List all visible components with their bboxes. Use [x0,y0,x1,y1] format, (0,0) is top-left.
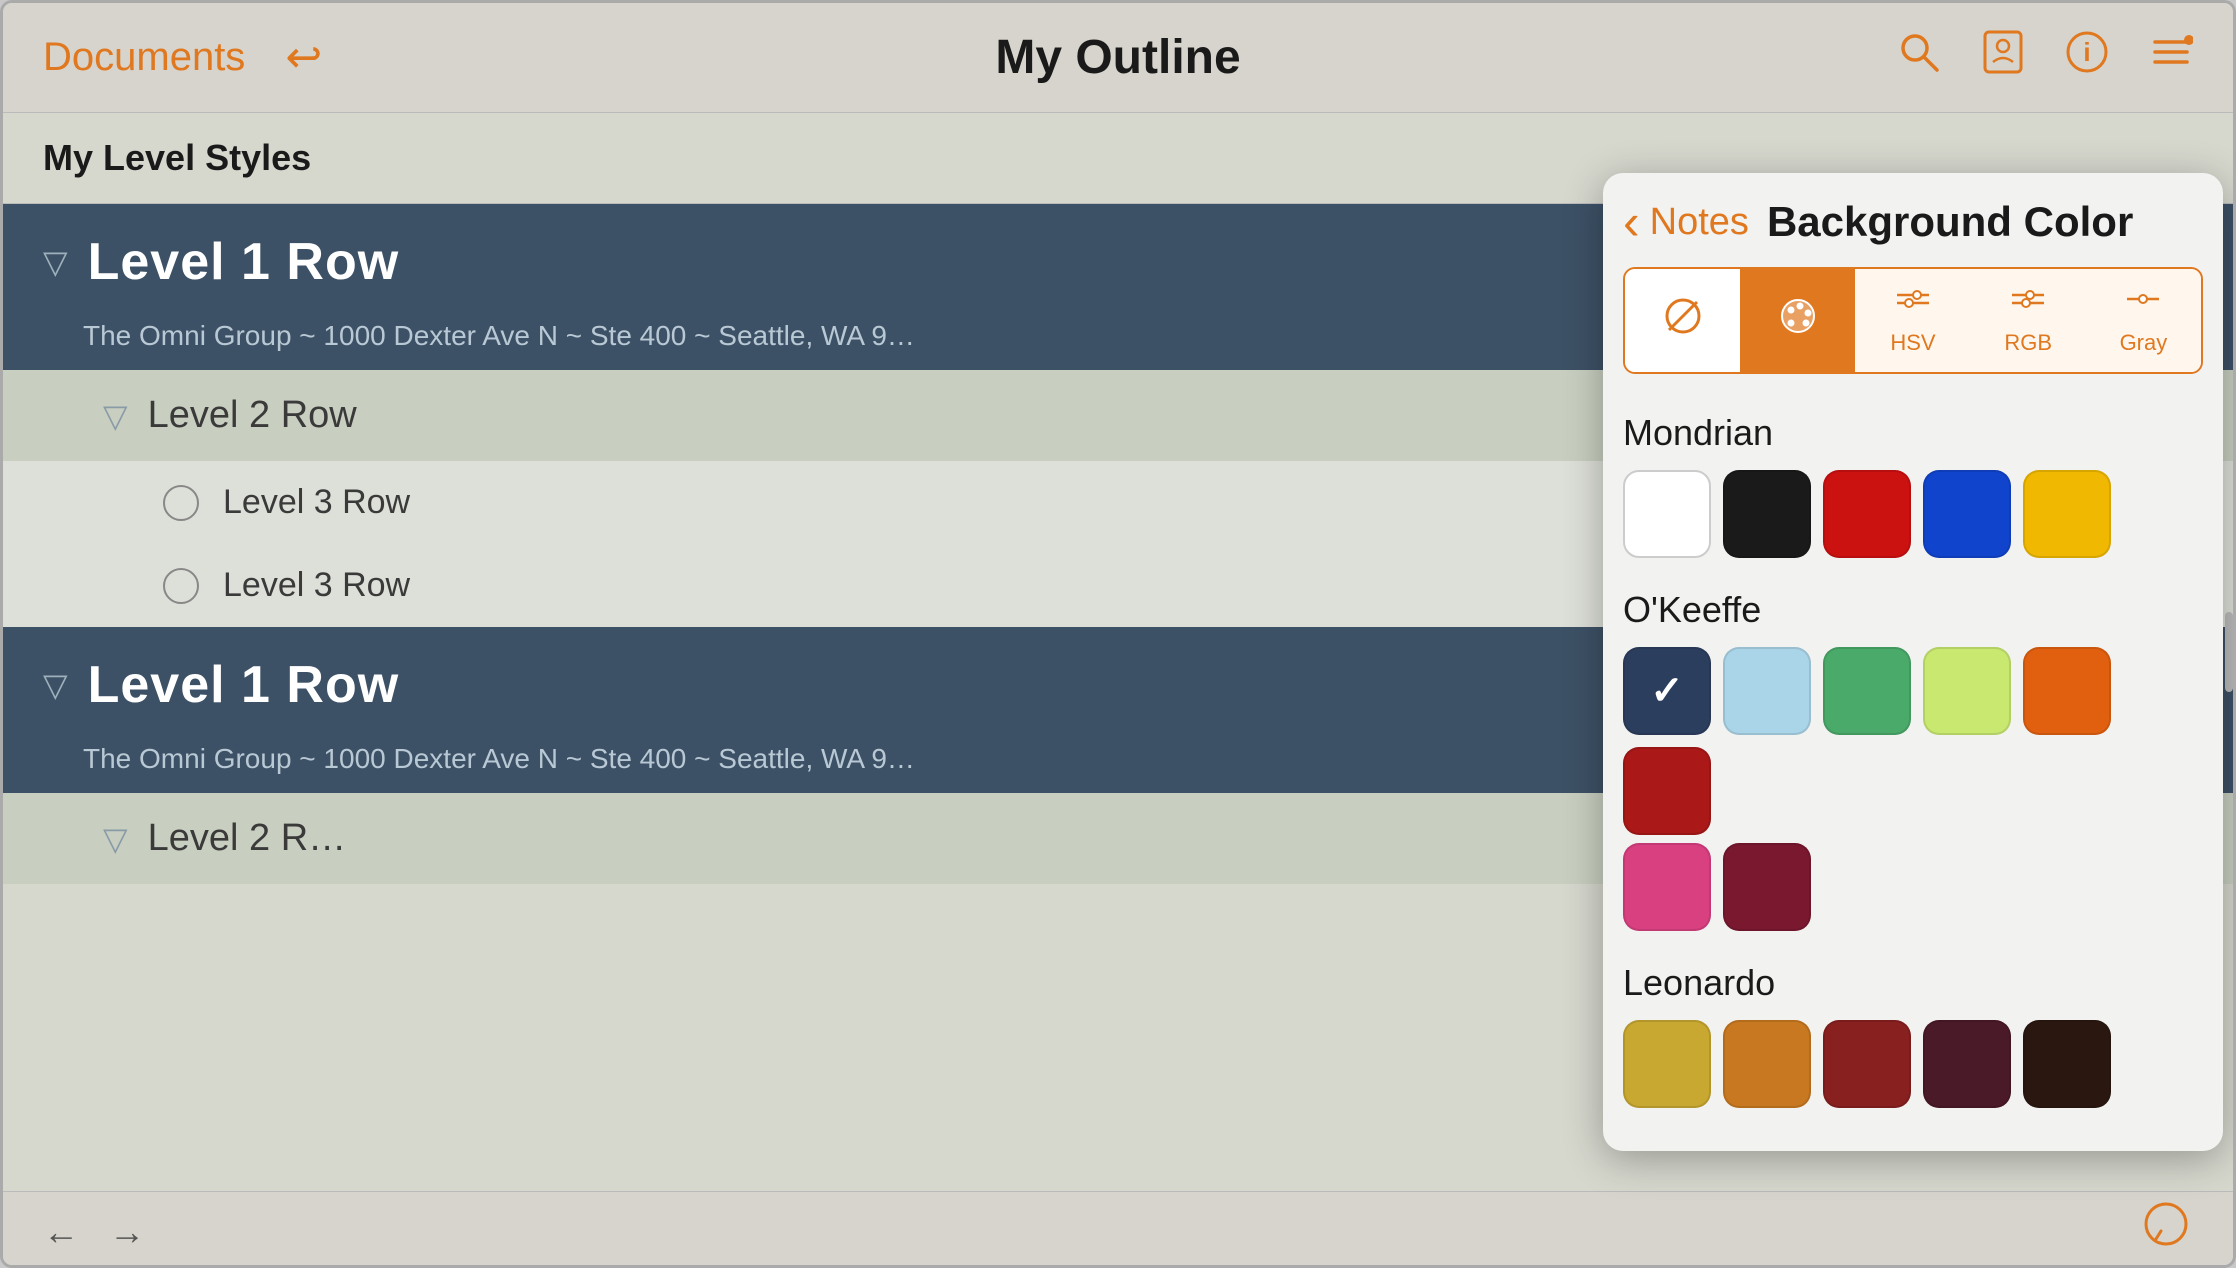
mondrian-swatches [1623,470,2203,558]
side-handle [2225,612,2233,692]
level1-label-2: Level 1 Row [88,655,400,715]
hsv-label: HSV [1890,330,1935,356]
okeeffe-title: O'Keeffe [1623,589,2203,631]
tab-none[interactable] [1625,269,1740,372]
back-button[interactable]: ↩ [285,32,322,83]
tab-rgb[interactable]: RGB [1971,269,2086,372]
leonardo-title: Leonardo [1623,962,2203,1004]
header-bar: Documents ↩ My Outline i [3,3,2233,113]
swatch-red[interactable] [1823,470,1911,558]
tab-gray[interactable]: Gray [2086,269,2201,372]
level3-label-2: Level 3 Row [223,566,410,605]
nav-arrows: ← → [43,1211,145,1253]
swatch-navy[interactable] [1623,647,1711,735]
swatch-white[interactable] [1623,470,1711,558]
okeeffe-swatches-row1 [1623,647,2203,835]
info-icon[interactable]: i [2065,30,2109,85]
gray-icon [2125,285,2161,324]
documents-link[interactable]: Documents [43,35,245,80]
triangle-icon-3: ▽ [43,666,68,704]
main-content: My Level Styles ▽ Level 1 Row The Omni G… [3,113,2233,1191]
swatch-black[interactable] [1723,470,1811,558]
level3-label-1: Level 3 Row [223,483,410,522]
color-picker-header: ‹ Notes Background Color [1603,173,2223,267]
swatch-amber[interactable] [1723,1020,1811,1108]
swatch-gold[interactable] [1623,1020,1711,1108]
bottom-toolbar: ← → [3,1191,2233,1268]
rgb-label: RGB [2004,330,2052,356]
triangle-icon-4: ▽ [103,820,128,858]
comment-button[interactable] [2139,1199,2193,1264]
mondrian-section: Mondrian [1603,394,2223,571]
hsv-icon [1895,285,1931,324]
level2-label-1: Level 2 Row [148,394,357,437]
swatch-orange[interactable] [2023,647,2111,735]
swatch-espresso[interactable] [2023,1020,2111,1108]
panel-title: Background Color [1767,198,2133,246]
level2-label-2: Level 2 R… [148,817,347,860]
panel-pointer [2099,173,2143,175]
circle-icon-2 [163,568,199,604]
gray-label: Gray [2120,330,2168,356]
app-container: Documents ↩ My Outline i [0,0,2236,1268]
circle-icon-1 [163,485,199,521]
okeeffe-swatches-row2 [1623,843,2203,931]
swatch-darkmaroon[interactable] [1923,1020,2011,1108]
okeeffe-section: O'Keeffe [1603,571,2223,944]
swatch-maroon[interactable] [1723,843,1811,931]
level1-label-1: Level 1 Row [88,232,400,292]
svg-text:i: i [2083,37,2090,67]
swatch-yellow[interactable] [2023,470,2111,558]
tab-palette[interactable] [1740,269,1855,372]
triangle-icon-1: ▽ [43,243,68,281]
swatch-lime[interactable] [1923,647,2011,735]
section-title: My Level Styles [43,137,311,178]
leonardo-swatches [1623,1020,2203,1108]
swatch-darkred[interactable] [1623,747,1711,835]
search-icon[interactable] [1897,30,1941,85]
header-right: i [1656,28,2194,87]
swatch-pink[interactable] [1623,843,1711,931]
triangle-icon-2: ▽ [103,397,128,435]
color-mode-tabs: HSV RGB [1623,267,2203,374]
swatch-lightblue[interactable] [1723,647,1811,735]
tab-hsv[interactable]: HSV [1855,269,1970,372]
menu-icon[interactable] [2149,30,2193,85]
header-title: My Outline [581,30,1656,85]
palette-icon [1778,296,1818,345]
next-arrow[interactable]: → [109,1211,145,1253]
no-color-icon [1663,296,1703,345]
leonardo-section: Leonardo [1603,944,2223,1121]
notes-link[interactable]: Notes [1650,201,1749,244]
style-icon[interactable] [1981,28,2025,87]
swatch-green[interactable] [1823,647,1911,735]
panel-back-button[interactable]: ‹ [1623,197,1640,247]
header-left: Documents ↩ [43,32,581,83]
rgb-icon [2010,285,2046,324]
swatch-brick[interactable] [1823,1020,1911,1108]
swatch-blue[interactable] [1923,470,2011,558]
prev-arrow[interactable]: ← [43,1211,79,1253]
color-picker-panel: ‹ Notes Background Color [1603,173,2223,1151]
mondrian-title: Mondrian [1623,412,2203,454]
